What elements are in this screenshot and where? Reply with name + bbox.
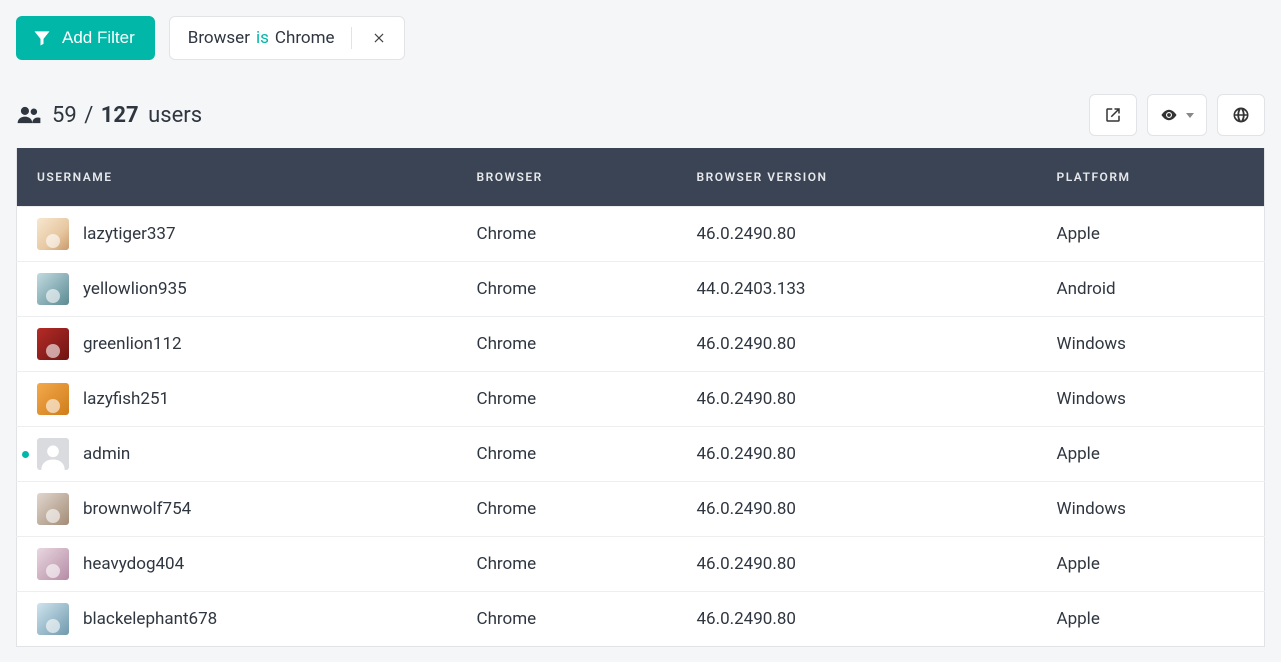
cell-platform: Windows [1037,372,1265,427]
filter-chip-separator [351,27,352,49]
user-cell: lazytiger337 [37,218,437,250]
table-row[interactable]: admin Chrome46.0.2490.80Apple [17,427,1265,482]
cell-browser: Chrome [457,482,677,537]
globe-button[interactable] [1217,94,1265,136]
username-label: blackelephant678 [83,609,217,629]
cell-platform: Windows [1037,317,1265,372]
table-row[interactable]: yellowlion935 Chrome44.0.2403.133Android [17,262,1265,317]
cell-browser-version: 46.0.2490.80 [677,592,1037,647]
cell-browser-version: 46.0.2490.80 [677,317,1037,372]
col-header-username[interactable]: USERNAME [17,148,457,207]
cell-browser-version: 46.0.2490.80 [677,482,1037,537]
cell-browser: Chrome [457,537,677,592]
avatar [37,328,69,360]
cell-browser-version: 46.0.2490.80 [677,207,1037,262]
add-filter-button[interactable]: Add Filter [16,16,155,60]
filter-icon [32,28,52,48]
cell-browser-version: 44.0.2403.133 [677,262,1037,317]
cell-browser: Chrome [457,592,677,647]
count-separator: / [84,103,93,128]
username-label: admin [83,444,130,464]
filter-bar: Add Filter Browser is Chrome [16,16,1265,60]
table-row[interactable]: blackelephant678 Chrome46.0.2490.80Apple [17,592,1265,647]
table-row[interactable]: brownwolf754 Chrome46.0.2490.80Windows [17,482,1265,537]
username-label: greenlion112 [83,334,182,354]
add-filter-label: Add Filter [62,28,135,48]
export-icon [1104,106,1122,124]
cell-browser-version: 46.0.2490.80 [677,427,1037,482]
avatar [37,218,69,250]
cell-platform: Windows [1037,482,1265,537]
username-label: yellowlion935 [83,279,187,299]
filter-chip-remove-button[interactable] [366,25,392,51]
cell-browser: Chrome [457,317,677,372]
user-cell: greenlion112 [37,328,437,360]
table-row[interactable]: lazyfish251 Chrome46.0.2490.80Windows [17,372,1265,427]
cell-platform: Apple [1037,537,1265,592]
cell-browser: Chrome [457,262,677,317]
eye-icon [1160,106,1178,124]
filter-chip-field: Browser [188,28,250,48]
user-cell: yellowlion935 [37,273,437,305]
list-header: 59 / 127 users [16,94,1265,136]
count-shown: 59 [52,103,77,128]
cell-browser-version: 46.0.2490.80 [677,372,1037,427]
cell-platform: Android [1037,262,1265,317]
users-icon [16,104,42,126]
cell-browser: Chrome [457,207,677,262]
users-table: USERNAME BROWSER BROWSER VERSION PLATFOR… [16,148,1265,647]
avatar [37,383,69,415]
user-cell: blackelephant678 [37,603,437,635]
user-cell: lazyfish251 [37,383,437,415]
user-cell: heavydog404 [37,548,437,580]
table-row[interactable]: lazytiger337 Chrome46.0.2490.80Apple [17,207,1265,262]
chevron-down-icon [1186,113,1194,118]
user-count: 59 / 127 users [16,103,202,128]
cell-platform: Apple [1037,207,1265,262]
close-icon [372,31,386,45]
filter-chip-operator: is [256,28,269,48]
avatar [37,273,69,305]
cell-browser-version: 46.0.2490.80 [677,537,1037,592]
avatar [37,493,69,525]
user-cell: brownwolf754 [37,493,437,525]
count-total: 127 [101,103,139,128]
visibility-dropdown-button[interactable] [1147,94,1207,136]
cell-platform: Apple [1037,592,1265,647]
username-label: brownwolf754 [83,499,191,519]
username-label: heavydog404 [83,554,184,574]
count-unit: users [148,103,202,128]
col-header-browser[interactable]: BROWSER [457,148,677,207]
cell-browser: Chrome [457,427,677,482]
globe-icon [1232,106,1250,124]
avatar [37,548,69,580]
filter-chip-value: Chrome [275,28,335,48]
user-silhouette-icon [39,442,67,470]
online-indicator-icon [22,451,29,458]
table-row[interactable]: heavydog404 Chrome46.0.2490.80Apple [17,537,1265,592]
username-label: lazytiger337 [83,224,176,244]
table-header-row: USERNAME BROWSER BROWSER VERSION PLATFOR… [17,148,1265,207]
table-row[interactable]: greenlion112 Chrome46.0.2490.80Windows [17,317,1265,372]
cell-browser: Chrome [457,372,677,427]
filter-chip-browser[interactable]: Browser is Chrome [169,16,405,60]
export-button[interactable] [1089,94,1137,136]
username-label: lazyfish251 [83,389,169,409]
avatar [37,603,69,635]
user-cell: admin [37,438,437,470]
col-header-platform[interactable]: PLATFORM [1037,148,1265,207]
avatar [37,438,69,470]
col-header-version[interactable]: BROWSER VERSION [677,148,1037,207]
table-actions [1089,94,1265,136]
cell-platform: Apple [1037,427,1265,482]
